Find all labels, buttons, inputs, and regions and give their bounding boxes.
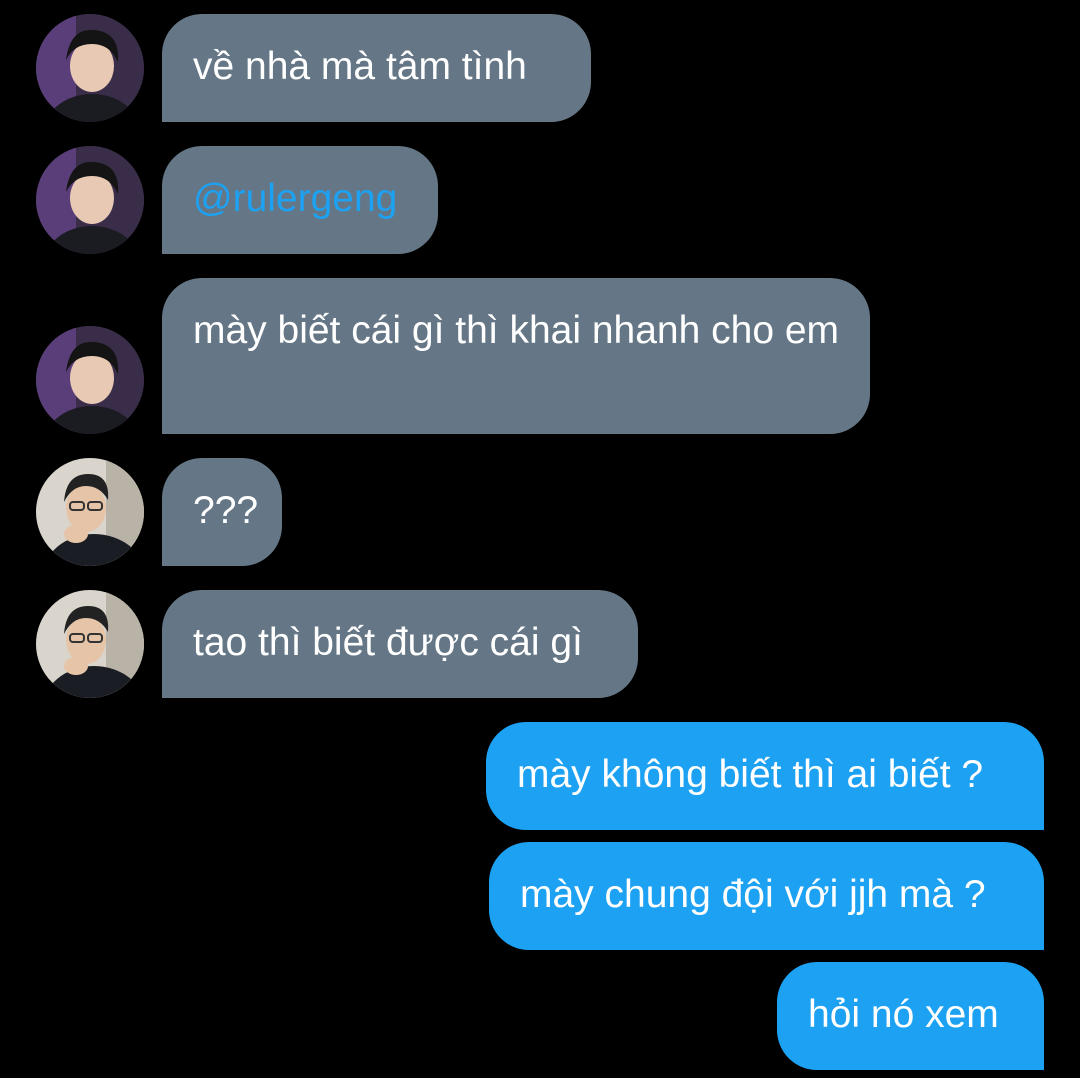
avatar-photo-icon [36, 146, 144, 254]
avatar-ruler[interactable] [36, 14, 144, 122]
message-bubble-incoming[interactable]: về nhà mà tâm tình [162, 14, 591, 122]
avatar-other[interactable] [36, 590, 144, 698]
mention-link[interactable]: @rulergeng [162, 146, 438, 254]
avatar-ruler[interactable] [36, 326, 144, 434]
avatar-photo-icon [36, 458, 144, 566]
message-bubble-incoming[interactable]: mày biết cái gì thì khai nhanh cho em [162, 278, 870, 434]
avatar-other[interactable] [36, 458, 144, 566]
message-bubble-incoming[interactable]: ??? [162, 458, 282, 566]
message-bubble-outgoing[interactable]: hỏi nó xem [777, 962, 1044, 1070]
conversation-view: về nhà mà tâm tình @rulergeng mày biết c… [0, 0, 1080, 1078]
avatar-photo-icon [36, 326, 144, 434]
avatar-photo-icon [36, 14, 144, 122]
message-bubble-incoming[interactable]: tao thì biết được cái gì [162, 590, 638, 698]
message-bubble-outgoing[interactable]: mày chung đội với jjh mà ? [489, 842, 1044, 950]
avatar-photo-icon [36, 590, 144, 698]
message-bubble-outgoing[interactable]: mày không biết thì ai biết ? [486, 722, 1044, 830]
avatar-ruler[interactable] [36, 146, 144, 254]
